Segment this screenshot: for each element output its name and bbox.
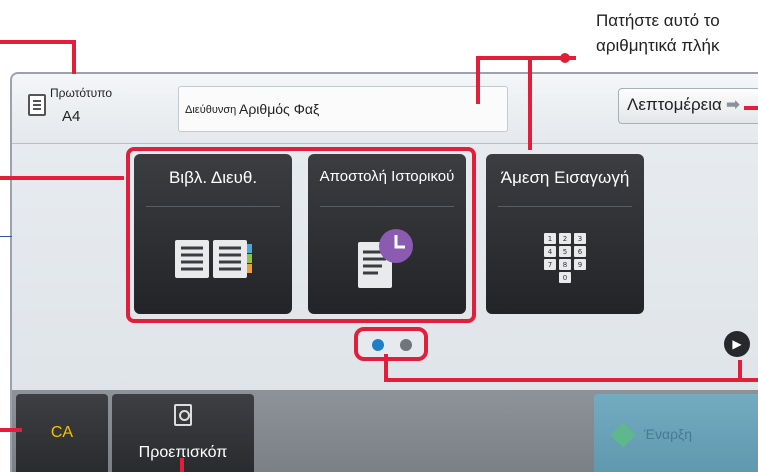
tile-divider xyxy=(498,206,632,207)
callout-line-2: αριθμητικά πλήκ xyxy=(596,36,720,55)
callout-line-next xyxy=(738,360,742,380)
details-button[interactable]: Λεπτομέρεια ➡ xyxy=(618,88,758,124)
key-1: 1 xyxy=(548,235,552,243)
tiles-highlight-frame xyxy=(126,147,476,323)
callout-line-1: Πατήστε αυτό το xyxy=(596,11,720,30)
start-button[interactable]: Έναρξη xyxy=(594,394,758,472)
callout-line-original xyxy=(0,40,76,44)
callout-line-direct xyxy=(528,56,532,150)
callout-line-ca xyxy=(0,428,22,432)
callout-line-details xyxy=(744,106,758,110)
callout-line-blue xyxy=(0,236,12,237)
ca-button[interactable]: CA xyxy=(16,394,108,472)
key-2: 2 xyxy=(563,235,567,243)
page-indicator[interactable] xyxy=(354,327,428,361)
key-4: 4 xyxy=(548,248,553,256)
next-page-button[interactable]: ▶ xyxy=(724,331,750,357)
preview-icon xyxy=(174,404,192,426)
key-7: 7 xyxy=(548,261,552,269)
callout-line-original-vert xyxy=(72,40,76,74)
key-3: 3 xyxy=(578,235,582,243)
page-dot xyxy=(400,339,412,351)
callout-dot xyxy=(560,53,570,63)
callout-text: Πατήστε αυτό το αριθμητικά πλήκ xyxy=(596,8,758,58)
top-bar: Πρωτότυπο A4 Διεύθυνση Αριθμός Φαξ Λεπτο… xyxy=(12,74,758,144)
fax-screen: Πρωτότυπο A4 Διεύθυνση Αριθμός Φαξ Λεπτο… xyxy=(10,72,758,472)
address-placeholder: Αριθμός Φαξ xyxy=(239,101,320,117)
details-label: Λεπτομέρεια xyxy=(627,95,722,114)
page-dot-active xyxy=(372,339,384,351)
numeric-keypad-icon: 1 2 3 4 5 6 7 8 9 0 xyxy=(544,233,586,283)
bottom-bar: CA Προεπισκόπ Έναρξη xyxy=(12,390,758,472)
address-field[interactable]: Διεύθυνση Αριθμός Φαξ xyxy=(178,86,508,132)
callout-line-pager-horiz xyxy=(384,378,758,382)
arrow-right-icon: ➡ xyxy=(725,95,741,114)
callout-line-address xyxy=(476,56,480,104)
callout-line-pager xyxy=(384,354,388,380)
address-label: Διεύθυνση xyxy=(185,104,237,116)
original-document-icon[interactable] xyxy=(28,94,46,116)
direct-entry-tile[interactable]: Άμεση Εισαγωγή 1 2 3 4 5 6 7 8 9 0 xyxy=(486,154,644,314)
key-0: 0 xyxy=(563,274,567,282)
original-size-value[interactable]: A4 xyxy=(62,108,80,125)
key-6: 6 xyxy=(578,248,583,256)
tile-label: Άμεση Εισαγωγή xyxy=(500,168,630,187)
original-label: Πρωτότυπο xyxy=(50,86,113,100)
key-9: 9 xyxy=(578,261,582,269)
start-label: Έναρξη xyxy=(644,426,693,442)
callout-line-preview xyxy=(180,458,184,472)
start-icon xyxy=(610,422,636,448)
callout-line-tiles xyxy=(0,176,124,180)
key-8: 8 xyxy=(563,261,567,269)
key-5: 5 xyxy=(563,248,567,256)
